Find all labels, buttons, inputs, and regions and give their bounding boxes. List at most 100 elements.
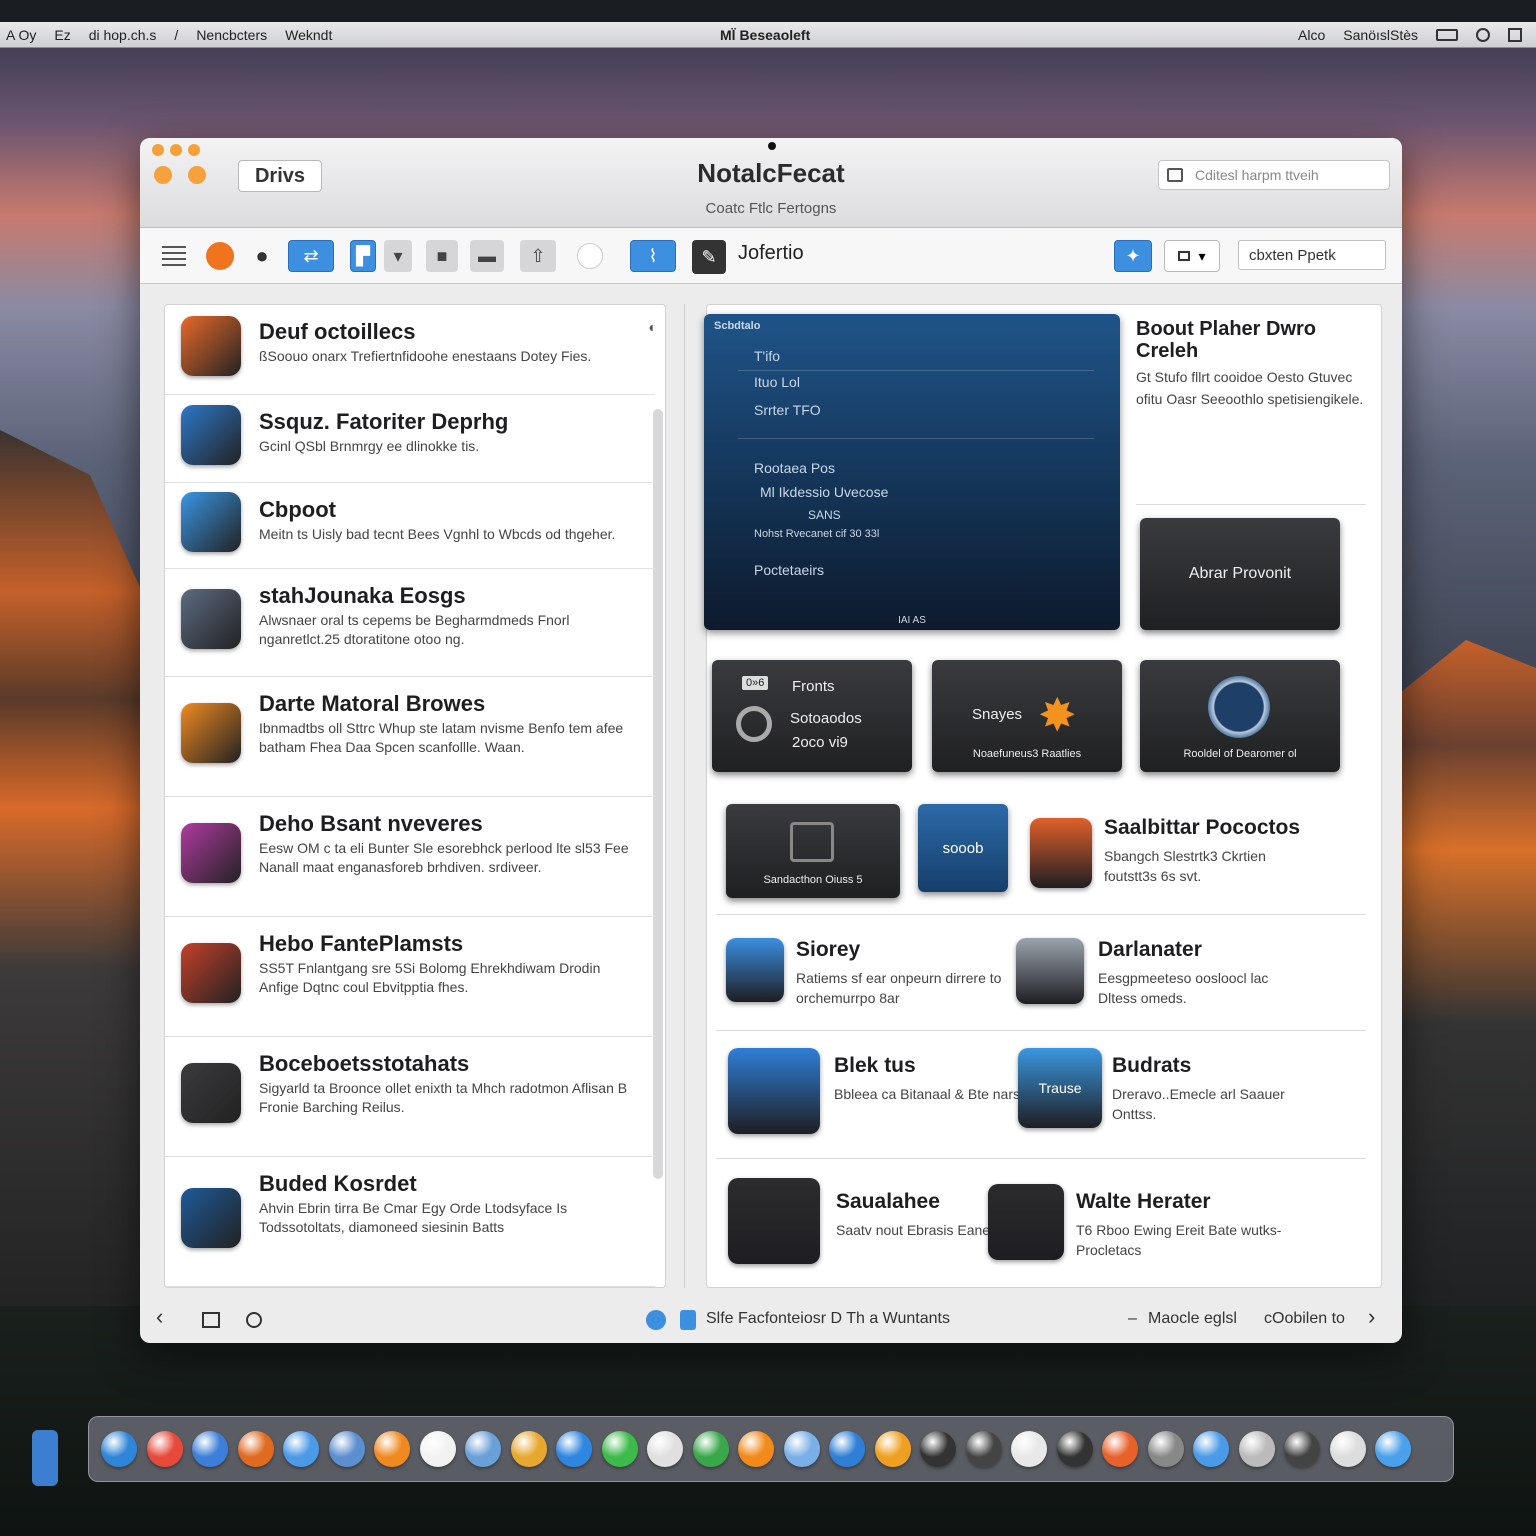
minus-icon[interactable]: ▬ (470, 240, 504, 272)
featured-card[interactable]: Scbdtalo T'ifo Ituo Lol Srrter TFO Roota… (704, 314, 1120, 630)
dock-side-indicator[interactable] (32, 1430, 58, 1486)
share-icon[interactable]: ⇄ (288, 240, 334, 272)
search-field[interactable]: Cditesl harpm ttveih (1158, 160, 1390, 190)
dock-app-icon[interactable] (1375, 1431, 1411, 1467)
circle-toggle-icon[interactable] (574, 240, 606, 272)
dock-app-icon[interactable] (237, 1431, 274, 1467)
ledger-icon[interactable] (728, 1048, 820, 1134)
app-title[interactable]: Saalbittar Pococtos (1104, 816, 1300, 840)
dock-app-icon[interactable] (1193, 1431, 1229, 1467)
timer-icon[interactable] (246, 1312, 262, 1328)
dock-app-icon[interactable] (829, 1431, 865, 1467)
check-tool-icon[interactable] (726, 938, 784, 1002)
dock-app-icon[interactable] (1329, 1431, 1366, 1467)
zoom-window-button[interactable] (188, 144, 200, 156)
blue-circle-icon[interactable] (646, 1310, 666, 1330)
upload-icon[interactable]: ⇧ (520, 240, 556, 272)
list-item[interactable]: Boceboetsstotahats Sigyarld ta Broonce ol… (165, 1037, 655, 1157)
menu-status-item-2[interactable]: SanöıslStès (1343, 27, 1418, 43)
dock-app-icon[interactable] (146, 1431, 183, 1467)
back-chevron-icon[interactable]: ‹ (156, 1304, 163, 1330)
list-item-description: Gcinl QSbl Brnmrgy ee dlinokke tis. (259, 438, 480, 454)
flag-icon[interactable]: ▛ (350, 240, 376, 272)
dock-app-icon[interactable] (192, 1431, 228, 1467)
dock-app-icon[interactable] (601, 1431, 638, 1467)
dock-app-icon[interactable] (510, 1431, 547, 1467)
app-title[interactable]: Blek tus (834, 1054, 916, 1078)
stop-icon[interactable]: ■ (426, 240, 458, 272)
dock-app-icon[interactable] (1102, 1431, 1138, 1467)
menu-status-item-1[interactable]: Alco (1298, 27, 1325, 43)
sooob-tile[interactable]: sooob (918, 804, 1008, 892)
dock-app-icon[interactable] (419, 1431, 456, 1467)
list-item[interactable]: Deuf octoillecs ßSoouo onarx Trefiertnfid… (165, 305, 655, 395)
dock-app-icon[interactable] (374, 1431, 410, 1467)
fronts-tile[interactable]: 0»6 Fronts Sotoaodos 2oco vi9 (712, 660, 912, 772)
dock-app-icon[interactable] (1238, 1431, 1275, 1467)
dock-app-icon[interactable] (1011, 1431, 1047, 1467)
menu-item-6[interactable]: Wekndt (285, 27, 332, 43)
dock-app-icon[interactable] (692, 1431, 729, 1467)
dock-app-icon[interactable] (101, 1431, 137, 1467)
list-item[interactable]: stahJounaka Eosgs Alwsnaer oral ts cepems… (165, 569, 655, 677)
dark-lens-icon[interactable] (988, 1184, 1064, 1260)
app-title[interactable]: Walte Herater (1076, 1190, 1211, 1214)
bottom-right-text-2[interactable]: cOobilen to (1264, 1310, 1345, 1328)
menu-item-4[interactable]: / (174, 27, 178, 43)
list-item[interactable]: Hebo FantePlamsts SS5T Fnlantgang sre 5Si… (165, 917, 655, 1037)
dock-app-icon[interactable] (965, 1431, 1002, 1467)
battery-icon[interactable] (1436, 28, 1458, 41)
app-title[interactable]: Siorey (796, 938, 860, 962)
dock-app-icon[interactable] (920, 1431, 956, 1467)
dock-app-icon[interactable] (1147, 1431, 1184, 1467)
list-item[interactable]: Cbpoot Meitn ts Uisly bad tecnt Bees Vgnh… (165, 483, 655, 569)
list-item[interactable]: Deho Bsant nveveres Eesw OM c ta eli Bunt… (165, 797, 655, 917)
rooldel-tile[interactable]: Rooldel of Dearomer ol (1140, 660, 1340, 772)
filter-icon[interactable]: ▾ (384, 240, 412, 272)
bottom-right-text-1[interactable]: Maocle eglsl (1148, 1310, 1237, 1328)
menu-item-5[interactable]: Nencbcters (196, 27, 267, 43)
abrar-provonit-tile[interactable]: Abrar Provonit (1140, 518, 1340, 630)
toolbar-text-input[interactable]: cbxten Ppetk (1238, 240, 1386, 270)
dock-app-icon[interactable] (783, 1431, 820, 1467)
dock-app-icon[interactable] (647, 1431, 683, 1467)
chart-icon[interactable]: ⌇ (630, 240, 676, 272)
sandacthon-tile[interactable]: Sandacthon Oiuss 5 (726, 804, 900, 898)
list-view-icon[interactable] (158, 240, 190, 272)
snayes-tile[interactable]: Snayes ✸ Noaefuneus3 Raatlies (932, 660, 1122, 772)
preview-icon[interactable] (1016, 938, 1084, 1004)
minimize-window-button[interactable] (170, 144, 182, 156)
dock-app-icon[interactable] (283, 1431, 319, 1467)
close-window-button[interactable] (152, 144, 164, 156)
editor-icon[interactable]: ✎ (692, 240, 726, 274)
list-item[interactable]: Ssquz. Fatoriter Deprhg Gcinl QSbl Brnmrg… (165, 395, 655, 483)
dock-app-icon[interactable] (1284, 1431, 1320, 1467)
blue-badge-icon[interactable] (680, 1310, 696, 1330)
app-title[interactable]: Budrats (1112, 1054, 1191, 1078)
view-dropdown[interactable]: ▾ (1164, 240, 1220, 272)
dock-app-icon[interactable] (1056, 1431, 1093, 1467)
trause-icon[interactable]: Trause (1018, 1048, 1102, 1128)
list-item[interactable]: Darte Matoral Browes Ibnmadtbs oll Sttrc … (165, 677, 655, 797)
menu-item-3[interactable]: di hop.ch.s (89, 27, 157, 43)
menu-item-1[interactable]: A Oy (6, 27, 36, 43)
app-title[interactable]: Darlanater (1098, 938, 1202, 962)
forward-chevron-icon[interactable]: › (1368, 1304, 1375, 1330)
dock-app-icon[interactable] (874, 1431, 911, 1467)
dock-app-icon[interactable] (556, 1431, 592, 1467)
list-item[interactable]: Buded Kosrdet Ahvin Ebrin tirra Be Cmar E… (165, 1157, 655, 1287)
record-icon[interactable] (206, 242, 234, 270)
orange-puzzle-icon[interactable] (728, 1178, 820, 1264)
dock-app-icon[interactable] (465, 1431, 501, 1467)
menu-extras-icon[interactable] (1508, 27, 1522, 42)
dock-app-icon[interactable] (328, 1431, 365, 1467)
dock-app-icon[interactable] (738, 1431, 774, 1467)
clock-icon[interactable] (1476, 27, 1490, 42)
compass-icon[interactable]: ✦ (1114, 240, 1152, 272)
apple-icon[interactable]: ● (246, 240, 278, 272)
save-icon[interactable] (202, 1312, 220, 1328)
menu-item-2[interactable]: Ez (54, 27, 70, 43)
app-title[interactable]: Saualahee (836, 1190, 940, 1214)
panel-divider[interactable] (684, 304, 685, 1288)
globe-camera-icon[interactable] (1030, 818, 1092, 888)
